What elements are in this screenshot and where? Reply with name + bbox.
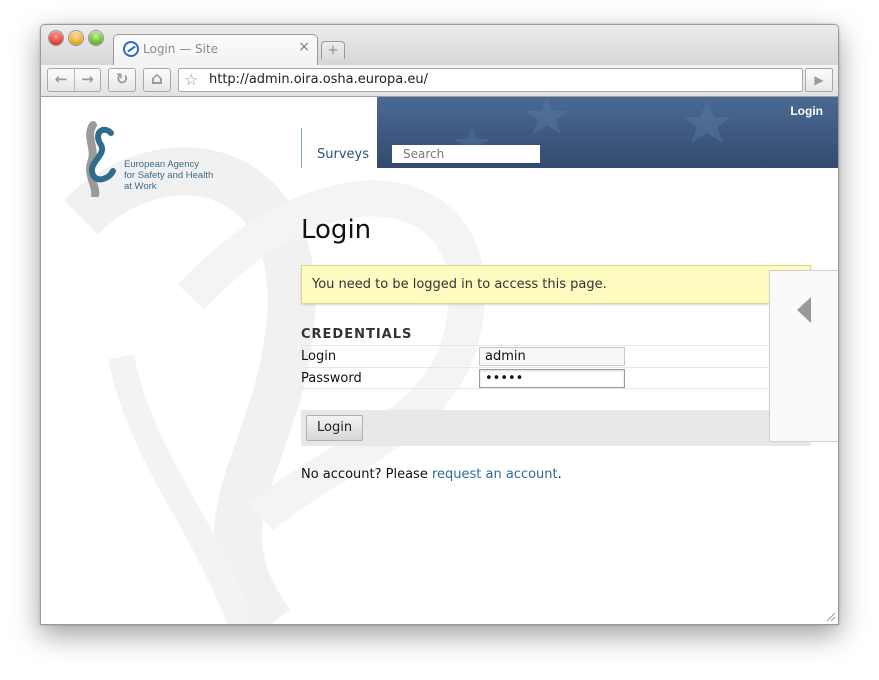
browser-window: Login — Site × + ← → ↻ ⌂ ☆ http://admin.…: [40, 24, 839, 625]
home-icon: ⌂: [150, 69, 164, 89]
url-text[interactable]: http://admin.oira.osha.europa.eu/: [209, 72, 428, 87]
login-required-notice: You need to be logged in to access this …: [301, 265, 811, 304]
credentials-heading: CREDENTIALS: [301, 327, 413, 342]
address-bar[interactable]: ☆ http://admin.oira.osha.europa.eu/: [178, 68, 803, 92]
nav-surveys-link[interactable]: Surveys: [317, 147, 369, 162]
request-account-link[interactable]: request an account: [432, 467, 558, 482]
form-actions: Login: [301, 410, 811, 446]
account-suffix: .: [557, 467, 562, 482]
search-input[interactable]: Search: [392, 145, 540, 163]
login-field[interactable]: admin: [479, 347, 625, 366]
agency-logo-text: European Agency for Safety and Health at…: [124, 159, 214, 192]
login-row: Login admin: [301, 345, 811, 367]
login-button[interactable]: Login: [306, 415, 364, 441]
reload-icon: ↻: [115, 70, 129, 88]
notice-text: You need to be logged in to access this …: [312, 277, 607, 292]
close-window-button[interactable]: [49, 31, 63, 45]
bookmark-star-icon[interactable]: ☆: [184, 70, 198, 89]
home-button[interactable]: ⌂: [143, 68, 171, 92]
browser-toolbar: ← → ↻ ⌂ ☆ http://admin.oira.osha.europa.…: [41, 65, 838, 97]
nav-divider: [301, 128, 302, 168]
side-panel-toggle[interactable]: [769, 270, 838, 442]
forward-button[interactable]: →: [74, 69, 100, 91]
reload-button[interactable]: ↻: [108, 68, 136, 92]
back-button[interactable]: ←: [48, 69, 74, 91]
minimize-window-button[interactable]: [69, 31, 83, 45]
maximize-window-button[interactable]: [89, 31, 103, 45]
password-field[interactable]: •••••: [479, 369, 625, 388]
browser-tab[interactable]: Login — Site ×: [113, 34, 318, 65]
site-favicon-icon: [123, 41, 139, 57]
history-buttons: ← →: [47, 68, 101, 92]
account-prefix: No account? Please: [301, 467, 432, 482]
new-tab-button[interactable]: +: [321, 41, 345, 59]
go-button[interactable]: ▶: [805, 68, 833, 92]
title-bar: Login — Site × +: [41, 25, 838, 65]
login-label: Login: [301, 349, 337, 364]
password-label: Password: [301, 371, 362, 386]
password-row: Password •••••: [301, 367, 811, 389]
tab-close-icon[interactable]: ×: [298, 39, 310, 55]
chevron-left-icon: [797, 297, 811, 323]
page-title: Login: [301, 215, 372, 245]
tab-title: Login — Site: [143, 42, 219, 56]
header-banner: Login Search: [377, 97, 838, 168]
resize-grip-icon[interactable]: [826, 612, 836, 622]
header-login-link[interactable]: Login: [790, 104, 823, 118]
account-line: No account? Please request an account.: [301, 467, 562, 482]
web-page: European Agency for Safety and Health at…: [41, 97, 838, 624]
